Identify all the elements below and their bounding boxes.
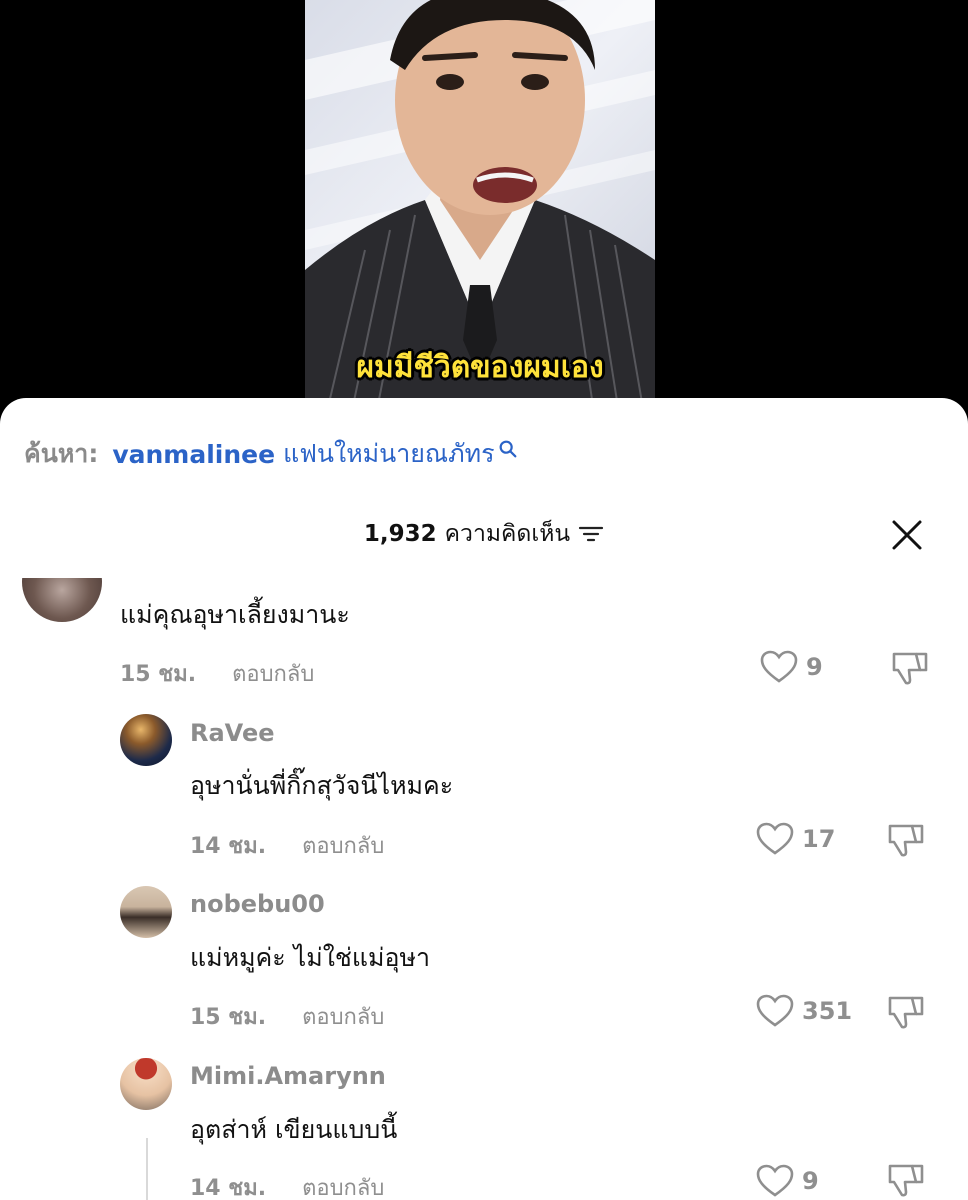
like-count: 9	[806, 653, 823, 681]
dislike-icon[interactable]	[886, 1162, 926, 1198]
comment-count-label: ความคิดเห็น	[444, 521, 571, 547]
reply-button[interactable]: ตอบกลับ	[302, 828, 384, 863]
search-prefix: ค้นหา:	[24, 439, 99, 468]
comment-username[interactable]: RaVee	[190, 719, 275, 747]
comment-username[interactable]: nobebu00	[190, 890, 325, 918]
comment-time: 14 ชม.	[190, 834, 267, 859]
like-button[interactable]: 9	[760, 650, 823, 684]
video-player[interactable]: ผมมีชีวิตของผมเอง	[0, 0, 968, 420]
comment-time: 14 ชม.	[190, 1176, 267, 1200]
heart-icon	[756, 1164, 794, 1197]
dislike-icon[interactable]	[890, 650, 930, 686]
video-caption: ผมมีชีวิตของผมเอง	[356, 350, 604, 385]
sort-filter-icon[interactable]	[578, 523, 604, 545]
comment-time: 15 ชม.	[120, 662, 197, 687]
comment-count: 1,932	[363, 521, 437, 547]
comment-count-header: 1,932 ความคิดเห็น	[0, 516, 968, 552]
avatar[interactable]	[120, 886, 172, 938]
comment-text: แม่หมูค่ะ ไม่ใช่แม่อุษา	[190, 943, 431, 972]
search-term-rest[interactable]: แฟนใหม่นายณภัทร	[283, 434, 494, 474]
avatar[interactable]	[120, 714, 172, 766]
thread-line	[146, 1138, 148, 1200]
like-count: 17	[802, 825, 836, 853]
like-button[interactable]: 17	[756, 822, 835, 856]
avatar[interactable]	[120, 1058, 172, 1110]
comment-meta: 15 ชม. ตอบกลับ	[190, 999, 384, 1034]
comment-time: 15 ชม.	[190, 1005, 267, 1030]
comment-meta: 15 ชม. ตอบกลับ	[120, 656, 314, 691]
comment-meta: 14 ชม. ตอบกลับ	[190, 1170, 384, 1200]
comment-meta: 14 ชม. ตอบกลับ	[190, 828, 384, 863]
heart-icon	[760, 650, 798, 683]
like-count: 9	[802, 1167, 819, 1195]
reply-button[interactable]: ตอบกลับ	[302, 1170, 384, 1200]
dislike-icon[interactable]	[886, 822, 926, 858]
dislike-icon[interactable]	[886, 994, 926, 1030]
comment-text: แม่คุณอุษาเลี้ยงมานะ	[120, 600, 350, 629]
comment-text: อุตส่าห์ เขียนแบบนี้	[190, 1115, 398, 1144]
video-frame: ผมมีชีวิตของผมเอง	[305, 0, 655, 420]
like-button[interactable]: 9	[756, 1164, 819, 1198]
comment-username[interactable]: Mimi.Amarynn	[190, 1062, 386, 1090]
search-term[interactable]: vanmalinee	[112, 440, 275, 469]
like-count: 351	[802, 997, 853, 1025]
comment-text: อุษานั่นพี่กิ๊กสุวัจนีไหมคะ	[190, 771, 454, 800]
reply-button[interactable]: ตอบกลับ	[302, 999, 384, 1034]
search-icon[interactable]	[497, 438, 519, 460]
search-suggestion[interactable]: ค้นหา: vanmalinee แฟนใหม่นายณภัทร	[24, 434, 519, 474]
heart-icon	[756, 994, 794, 1027]
like-button[interactable]: 351	[756, 994, 852, 1028]
reply-button[interactable]: ตอบกลับ	[232, 656, 314, 691]
heart-icon	[756, 822, 794, 855]
close-icon[interactable]	[890, 518, 924, 552]
